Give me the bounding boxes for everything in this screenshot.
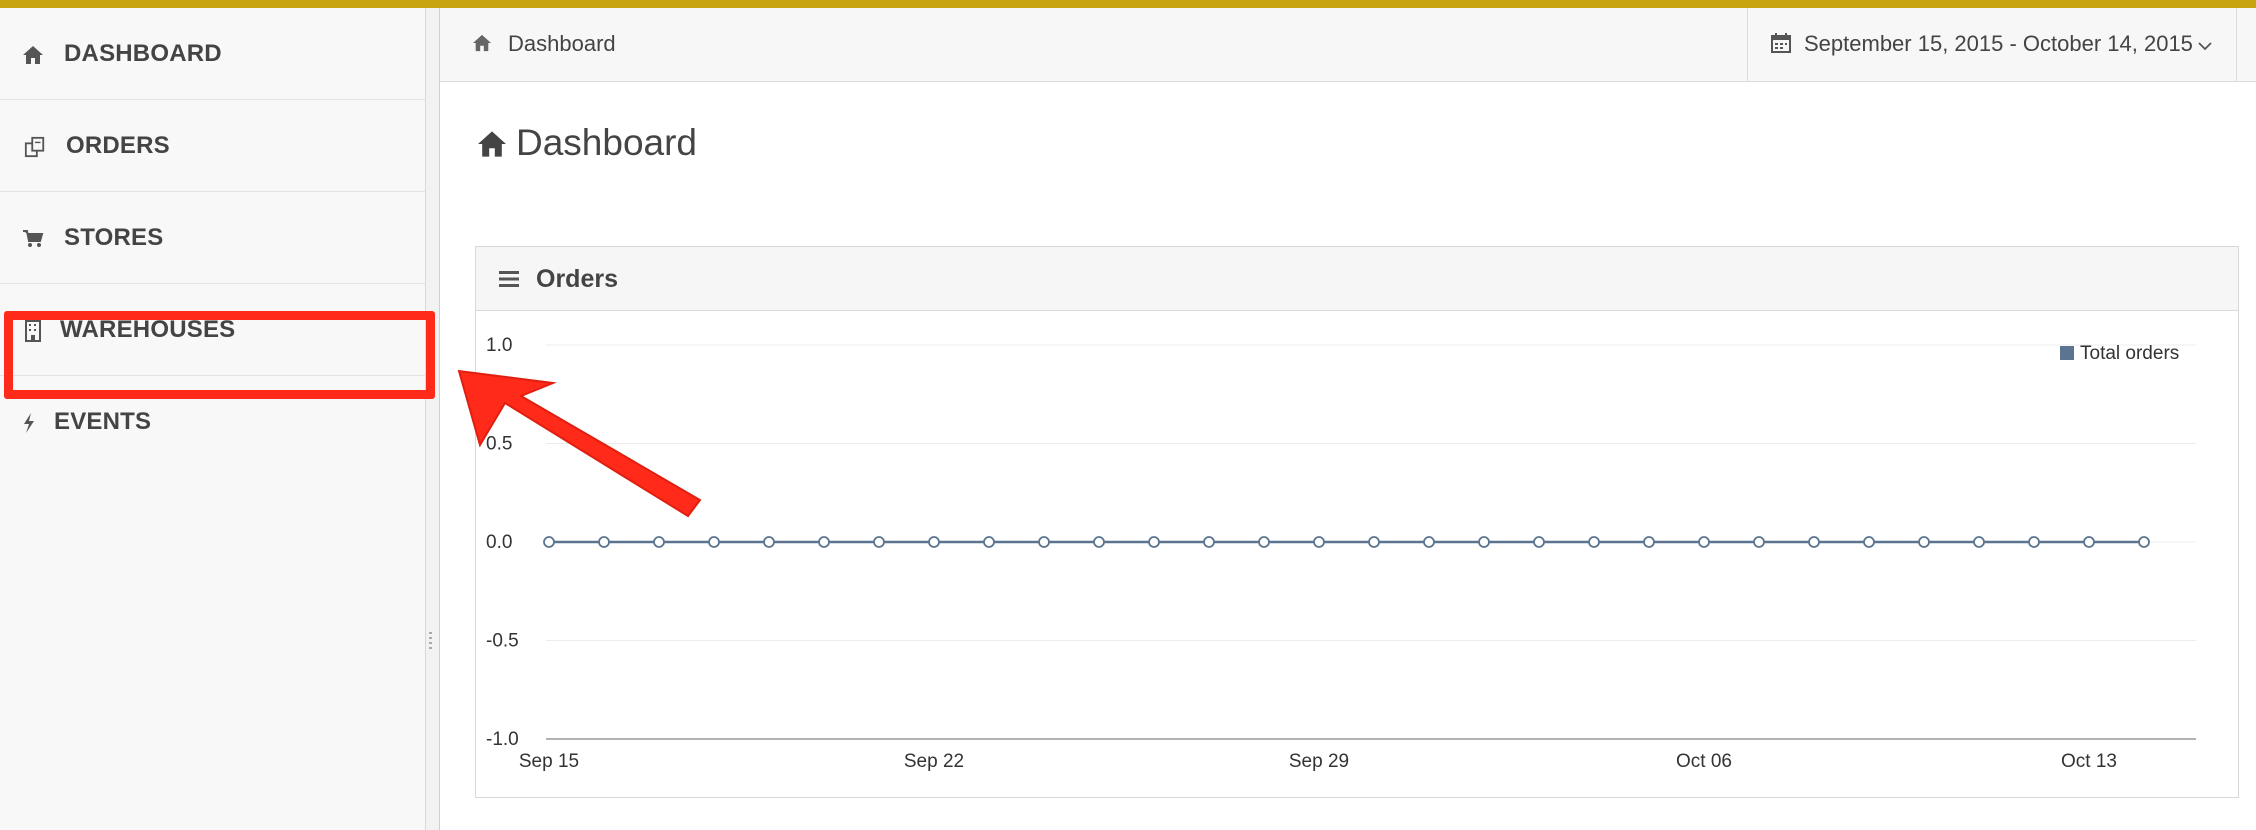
data-point — [1973, 536, 1985, 548]
home-icon — [22, 44, 44, 66]
x-tick-label: Sep 15 — [519, 751, 579, 772]
data-point — [1918, 536, 1930, 548]
sidebar-item-orders[interactable]: ORDERS — [0, 100, 425, 192]
data-point — [1478, 536, 1490, 548]
breadcrumb: Dashboard September 15, 2015 - October 1… — [440, 8, 2256, 82]
data-point — [543, 536, 555, 548]
hamburger-icon — [498, 269, 520, 294]
y-tick-label: 1.0 — [486, 335, 512, 356]
sidebar-item-label: DASHBOARD — [64, 40, 222, 67]
data-point — [2083, 536, 2095, 548]
data-point — [1148, 536, 1160, 548]
panel-header: Orders — [476, 247, 2238, 311]
data-point — [1533, 536, 1545, 548]
data-point — [708, 536, 720, 548]
data-point — [1753, 536, 1765, 548]
home-icon — [476, 130, 508, 163]
legend-label: Total orders — [2080, 343, 2179, 364]
data-point — [1203, 536, 1215, 548]
x-tick-label: Oct 06 — [1676, 751, 1732, 772]
data-point — [1368, 536, 1380, 548]
chevron-down-icon — [2198, 38, 2212, 56]
calendar-icon — [1770, 32, 1792, 59]
data-point — [1863, 536, 1875, 548]
data-point — [1643, 536, 1655, 548]
orders-line-chart: 1.0 0.5 0.0 -0.5 -1.0Sep 15 Sep 22 Sep 29 Oct 0… — [486, 335, 2196, 772]
data-point — [763, 536, 775, 548]
home-icon — [472, 34, 492, 57]
data-point — [1038, 536, 1050, 548]
main-content: Dashboard September 15, 2015 - October 1… — [440, 8, 2256, 830]
data-point — [2138, 536, 2150, 548]
sidebar-item-stores[interactable]: STORES — [0, 192, 425, 284]
data-point — [2028, 536, 2040, 548]
data-point — [1093, 536, 1105, 548]
x-tick-label: Oct 13 — [2061, 751, 2117, 772]
orders-panel: Orders 1.0 0.5 0.0 -0.5 -1.0 Sep 15 Sep 22 Sep … — [475, 246, 2239, 798]
data-point — [1808, 536, 1820, 548]
data-point — [1423, 536, 1435, 548]
sidebar-item-label: ORDERS — [66, 132, 170, 159]
sidebar: DASHBOARD ORDERS STORES WAREHOUSES EVENT… — [0, 8, 425, 830]
y-tick-label: 0.5 — [486, 434, 512, 455]
breadcrumb-dashboard-link[interactable]: Dashboard — [508, 8, 616, 80]
sidebar-resizer[interactable] — [425, 8, 440, 830]
y-tick-label: -0.5 — [486, 631, 519, 652]
data-point — [928, 536, 940, 548]
data-point — [1588, 536, 1600, 548]
data-point — [1698, 536, 1710, 548]
data-point — [873, 536, 885, 548]
data-point — [1313, 536, 1325, 548]
cart-icon — [22, 228, 44, 250]
sidebar-item-label: STORES — [64, 224, 164, 251]
data-point — [818, 536, 830, 548]
x-tick-label: Sep 29 — [1289, 751, 1349, 772]
date-range-text: September 15, 2015 - October 14, 2015 — [1804, 31, 2193, 56]
bolt-icon — [18, 412, 40, 434]
data-point — [1258, 536, 1270, 548]
panel-title: Orders — [536, 265, 618, 293]
orders-icon — [24, 136, 46, 158]
legend-swatch — [2060, 346, 2074, 360]
y-tick-label: -1.0 — [486, 729, 519, 750]
y-tick-label: 0.0 — [486, 532, 512, 553]
x-tick-label: Sep 22 — [904, 751, 964, 772]
resize-grip-icon[interactable] — [429, 632, 432, 652]
data-point — [983, 536, 995, 548]
data-point — [598, 536, 610, 548]
annotation-highlight-box — [4, 311, 435, 399]
data-point — [653, 536, 665, 548]
sidebar-item-dashboard[interactable]: DASHBOARD — [0, 8, 425, 100]
date-range-picker[interactable]: September 15, 2015 - October 14, 2015 — [1747, 8, 2237, 82]
page-title: Dashboard — [516, 122, 698, 163]
